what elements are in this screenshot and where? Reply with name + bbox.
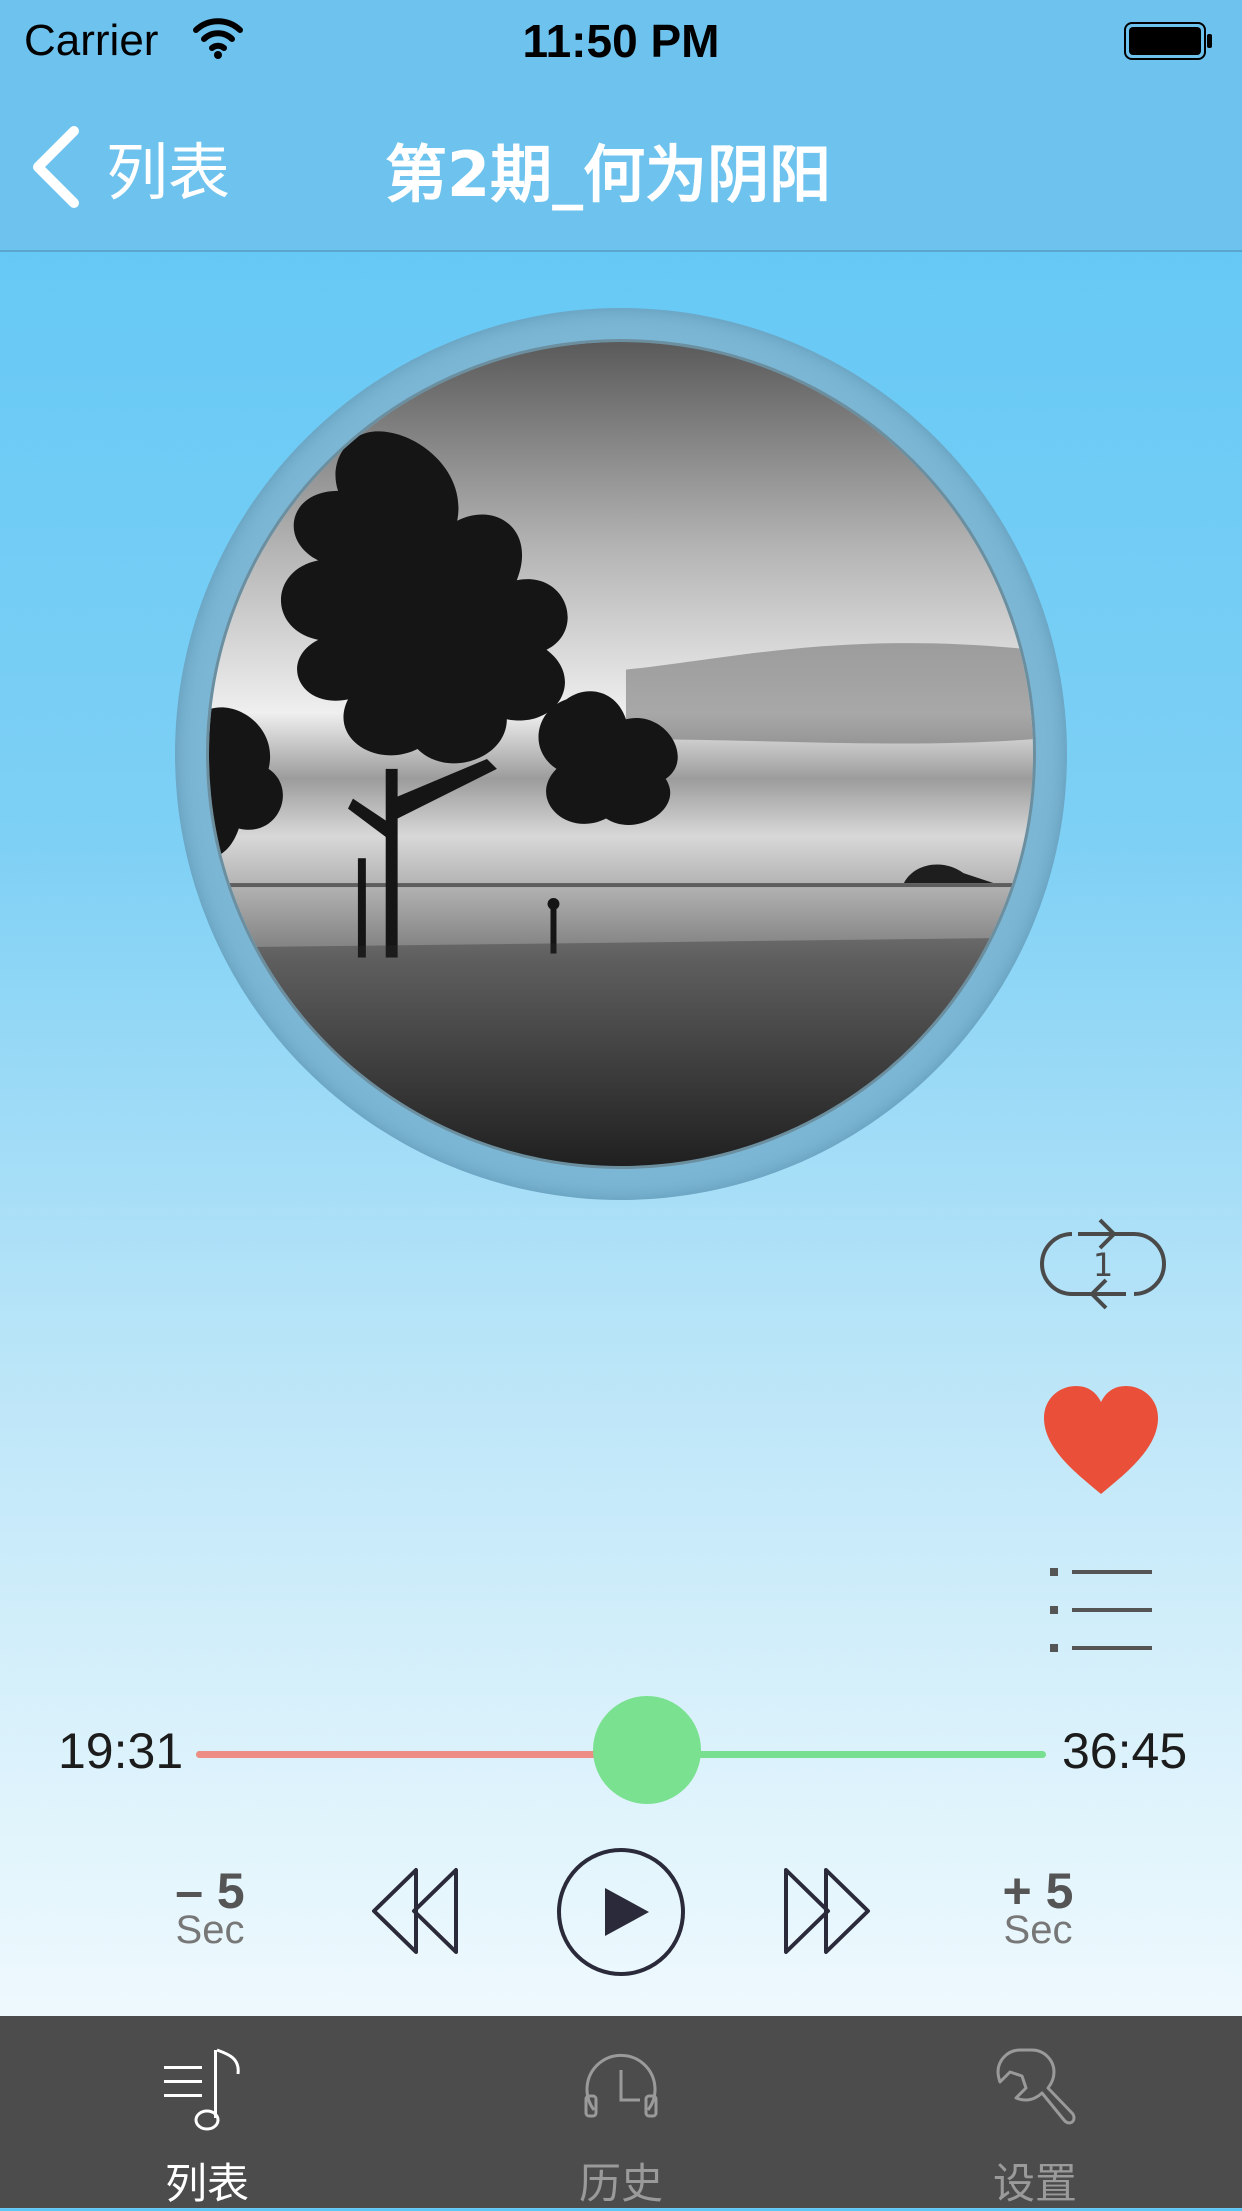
back-button-label: 列表 (106, 136, 231, 209)
tab-history[interactable]: 历史 (414, 2016, 828, 2208)
battery-icon (1124, 22, 1214, 60)
tab-list-label: 列表 (164, 2159, 249, 2208)
navigation-bar: 列表 第2期_何为阴阳 (0, 84, 1242, 252)
page-title: 第2期_何为阴阳 (385, 138, 832, 211)
fast-forward-icon (784, 1868, 870, 1954)
back-button[interactable]: 列表 (28, 122, 230, 212)
music-list-icon (164, 2048, 240, 2131)
chevron-left-icon (33, 126, 79, 208)
tab-settings-label: 设置 (992, 2159, 1077, 2208)
favorite-button[interactable] (1040, 1384, 1162, 1498)
repeat-one-icon: 1 (1040, 1218, 1166, 1310)
list-icon (1050, 1568, 1152, 1652)
rewind-icon (372, 1868, 458, 1954)
status-time: 11:50 PM (522, 15, 720, 67)
playlist-button[interactable] (1046, 1560, 1156, 1660)
progress-slider-fill (196, 1751, 648, 1758)
heart-icon (1044, 1386, 1158, 1494)
tab-settings[interactable]: 设置 (828, 2016, 1242, 2208)
status-bar: Carrier 11:50 PM (0, 0, 1242, 84)
tab-list[interactable]: 列表 (0, 2016, 414, 2208)
current-time: 19:31 (58, 1723, 184, 1779)
skip-back-unit: Sec (175, 1908, 245, 1952)
tab-history-label: 历史 (578, 2159, 663, 2208)
play-icon (557, 1848, 685, 1976)
total-time: 36:45 (1062, 1723, 1188, 1779)
tab-bar: 列表 历史 设置 (0, 2016, 1242, 2208)
fast-forward-button[interactable] (782, 1866, 872, 1956)
wrench-icon (996, 2048, 1076, 2125)
progress-slider-thumb[interactable] (593, 1696, 702, 1804)
rewind-button[interactable] (370, 1866, 460, 1956)
svg-text:1: 1 (1093, 1246, 1113, 1284)
play-button[interactable] (555, 1846, 687, 1978)
album-art-image (206, 339, 1036, 1169)
skip-forward-5-button[interactable]: + 5 Sec (988, 1862, 1088, 1962)
skip-forward-unit: Sec (1003, 1908, 1073, 1952)
skip-back-5-button[interactable]: – 5 Sec (160, 1862, 260, 1962)
repeat-one-button[interactable]: 1 (1038, 1210, 1168, 1314)
history-clock-icon (584, 2053, 658, 2118)
